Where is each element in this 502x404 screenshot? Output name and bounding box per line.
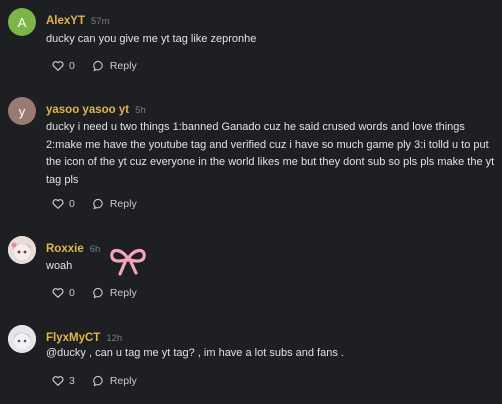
timestamp: 5h	[135, 105, 146, 116]
comment-item: y yasoo yasoo yt 5h ducky i need u two th…	[0, 97, 502, 222]
comment-actions: 3 Reply	[52, 374, 137, 388]
avatar[interactable]	[8, 236, 36, 264]
avatar[interactable]: y	[8, 97, 36, 125]
timestamp: 6h	[89, 244, 101, 255]
like-count: 0	[69, 60, 75, 72]
comment-text: ducky i need u two things 1:banned Ganad…	[46, 121, 495, 186]
speech-bubble-icon	[93, 60, 105, 72]
comment-item: FlyxMyCT 12h @ducky , can u tag me yt tag…	[0, 325, 502, 395]
comment-header: FlyxMyCT 12h	[46, 328, 122, 346]
reply-button[interactable]: Reply	[93, 60, 137, 72]
username[interactable]: FlyxMyCT	[46, 332, 100, 344]
timestamp: 12h	[106, 333, 123, 344]
comment-header: AlexYT 57m	[46, 11, 109, 29]
anime-avatar-icon	[8, 236, 36, 264]
like-button[interactable]: 0	[52, 198, 75, 210]
reply-label: Reply	[109, 198, 137, 210]
reply-label: Reply	[109, 60, 137, 72]
avatar[interactable]	[8, 325, 36, 353]
username[interactable]: yasoo yasoo yt	[46, 104, 129, 116]
comment-actions: 0 Reply	[52, 286, 137, 300]
heart-icon	[52, 287, 64, 299]
like-count: 0	[69, 198, 75, 210]
comment-text: ducky can you give me yt tag like zepron…	[46, 33, 257, 45]
speech-bubble-icon	[93, 287, 105, 299]
comment-header: yasoo yasoo yt 5h	[46, 100, 146, 118]
speech-bubble-icon	[93, 375, 105, 387]
heart-icon	[52, 60, 64, 72]
pink-bow-sticker	[108, 246, 148, 276]
reply-button[interactable]: Reply	[93, 375, 137, 387]
timestamp: 57m	[91, 16, 110, 27]
like-button[interactable]: 3	[52, 375, 75, 387]
comment-text: @ducky , can u tag me yt tag? , im have …	[46, 347, 344, 359]
reply-button[interactable]: Reply	[93, 198, 137, 210]
heart-icon	[52, 198, 64, 210]
comment-actions: 0 Reply	[52, 59, 137, 73]
like-count: 3	[69, 375, 75, 387]
like-button[interactable]: 0	[52, 287, 75, 299]
avatar[interactable]: A	[8, 8, 36, 36]
reply-label: Reply	[109, 287, 137, 299]
username[interactable]: Roxxie	[46, 243, 84, 255]
username[interactable]: AlexYT	[46, 15, 85, 27]
comment-header: Roxxie 6h	[46, 239, 100, 257]
reply-label: Reply	[109, 375, 137, 387]
comment-item: Roxxie 6h woah 0 Reply	[0, 236, 502, 306]
like-count: 0	[69, 287, 75, 299]
heart-icon	[52, 375, 64, 387]
comment-feed: A AlexYT 57m ducky can you give me yt tag…	[0, 0, 502, 404]
reply-button[interactable]: Reply	[93, 287, 137, 299]
like-button[interactable]: 0	[52, 60, 75, 72]
speech-bubble-icon	[93, 198, 105, 210]
comment-item: A AlexYT 57m ducky can you give me yt tag…	[0, 8, 502, 88]
comment-actions: 0 Reply	[52, 197, 137, 211]
anime-avatar-icon	[8, 325, 36, 353]
